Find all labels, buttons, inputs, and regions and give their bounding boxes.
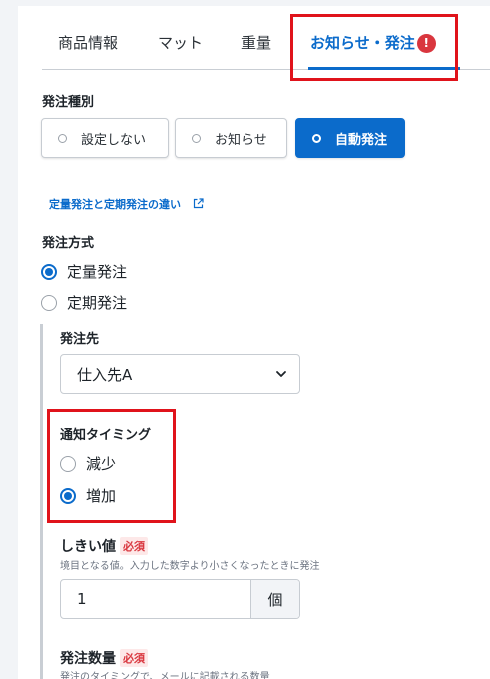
notify-timing-option-increase[interactable]: 増加 — [60, 485, 116, 506]
order-method-option-label: 定期発注 — [67, 294, 128, 312]
error-icon: ! — [416, 34, 436, 53]
order-type-option-none[interactable]: 設定しない — [41, 118, 169, 158]
tab-notification-order[interactable]: お知らせ・発注! — [310, 32, 436, 53]
tab-bar: 商品情報 マット 重量 お知らせ・発注! — [42, 6, 490, 70]
radio-checked-icon — [41, 263, 57, 280]
threshold-input-group: 1 個 — [60, 579, 300, 619]
order-type-option-notify[interactable]: お知らせ — [175, 118, 287, 158]
radio-dot-icon — [58, 133, 67, 143]
active-tab-indicator — [308, 67, 460, 70]
order-qty-label: 発注数量 必須 — [60, 648, 148, 668]
supplier-select[interactable]: 仕入先A — [60, 354, 300, 394]
notify-timing-option-decrease[interactable]: 減少 — [60, 453, 116, 474]
tab-notification-order-label: お知らせ・発注 — [310, 34, 415, 52]
order-type-option-auto[interactable]: 自動発注 — [295, 118, 405, 158]
order-type-option-label: 自動発注 — [335, 132, 388, 148]
tab-product-info[interactable]: 商品情報 — [58, 32, 118, 53]
chevron-down-icon — [276, 371, 286, 377]
radio-dot-icon — [192, 133, 201, 143]
order-qty-label-text: 発注数量 — [60, 651, 116, 667]
order-type-label: 発注種別 — [42, 95, 95, 110]
notify-timing-option-label: 増加 — [86, 487, 117, 505]
order-method-option-periodic[interactable]: 定期発注 — [41, 292, 127, 313]
threshold-label: しきい値 必須 — [60, 536, 148, 556]
threshold-unit: 個 — [250, 580, 299, 618]
order-qty-hint: 発注のタイミングで、メールに記載される数量 — [60, 672, 270, 679]
order-method-label: 発注方式 — [42, 236, 95, 251]
radio-checked-icon — [60, 487, 76, 504]
order-type-option-label: お知らせ — [215, 132, 267, 148]
order-type-option-label: 設定しない — [81, 132, 147, 148]
radio-dot-icon — [312, 133, 321, 143]
order-method-option-label: 定量発注 — [67, 263, 128, 281]
section-indent-bar — [40, 324, 43, 679]
notify-timing-option-label: 減少 — [86, 455, 117, 473]
help-link-label: 定量発注と定期発注の違い — [49, 198, 181, 211]
threshold-input[interactable]: 1 — [61, 580, 250, 618]
notify-timing-label: 通知タイミング — [60, 428, 152, 443]
tab-mat[interactable]: マット — [158, 32, 203, 53]
threshold-label-text: しきい値 — [60, 539, 116, 555]
order-method-option-fixed-qty[interactable]: 定量発注 — [41, 261, 127, 282]
required-badge: 必須 — [120, 649, 148, 667]
supplier-label: 発注先 — [60, 332, 100, 347]
supplier-select-value: 仕入先A — [77, 365, 133, 384]
tab-weight[interactable]: 重量 — [241, 32, 271, 53]
help-link-order-diff[interactable]: 定量発注と定期発注の違い — [49, 196, 204, 212]
product-settings-panel: 商品情報 マット 重量 お知らせ・発注! 発注種別 設定しない お知らせ 自動発… — [18, 6, 490, 679]
threshold-hint: 境目となる値。入力した数字より小さくなったときに発注 — [60, 561, 320, 572]
radio-unchecked-icon — [41, 294, 57, 311]
required-badge: 必須 — [120, 537, 148, 555]
radio-unchecked-icon — [60, 455, 76, 472]
external-link-icon — [193, 198, 204, 209]
